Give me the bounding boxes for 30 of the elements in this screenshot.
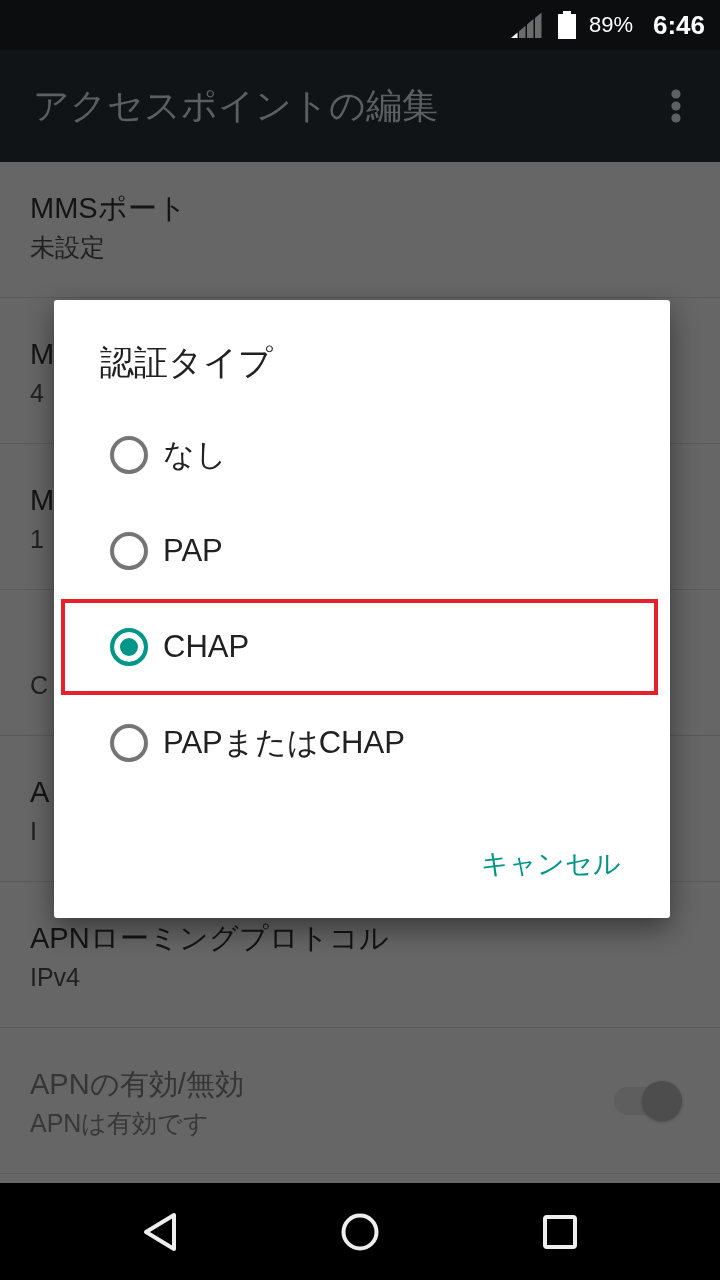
- battery-icon: [557, 11, 576, 39]
- recent-apps-icon[interactable]: [543, 1214, 577, 1249]
- battery-percent: 89%: [588, 14, 633, 36]
- setting-summary: C: [30, 670, 49, 701]
- radio-button[interactable]: [110, 532, 148, 570]
- radio-option[interactable]: CHAP: [61, 599, 658, 695]
- setting-summary: I: [30, 816, 37, 847]
- screen-title: アクセスポイントの編集: [33, 84, 438, 128]
- radio-option[interactable]: なし: [61, 407, 658, 503]
- setting-title: APNローミングプロトコル: [30, 921, 389, 956]
- home-icon[interactable]: [341, 1212, 379, 1251]
- clock-time: 6:46: [652, 12, 705, 38]
- radio-option[interactable]: PAP: [61, 503, 658, 599]
- setting-title: A: [30, 775, 50, 810]
- setting-summary: 4: [30, 378, 44, 409]
- radio-option[interactable]: PAPまたはCHAP: [61, 695, 658, 791]
- dialog-button[interactable]: キャンセル: [473, 840, 629, 888]
- back-icon[interactable]: [142, 1211, 178, 1252]
- setting-summary: 1: [30, 524, 44, 555]
- setting-title: MMSポート: [30, 191, 187, 226]
- radio-button[interactable]: [110, 724, 148, 762]
- dialog-title: 認証タイプ: [100, 342, 273, 383]
- setting-summary: 未設定: [30, 232, 105, 263]
- radio-button[interactable]: [110, 628, 148, 666]
- setting-summary: IPv4: [30, 962, 81, 993]
- signal-icon: [510, 12, 542, 38]
- more-options-icon[interactable]: [671, 89, 681, 123]
- setting-title: M: [30, 337, 55, 372]
- radio-button[interactable]: [110, 436, 148, 474]
- setting-title: M: [30, 483, 55, 518]
